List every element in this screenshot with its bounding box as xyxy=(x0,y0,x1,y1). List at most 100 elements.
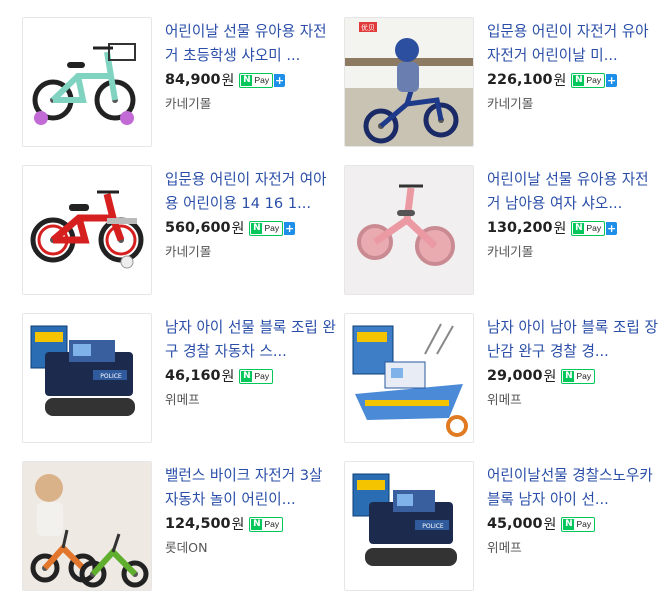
price-currency: 원 xyxy=(221,73,235,89)
police-truck-blocks-icon: POLICE xyxy=(23,314,151,442)
product-title-link[interactable]: 어린이날선물 경찰스노우카블록 남자 아이 선... xyxy=(487,464,659,512)
product-title-link[interactable]: 남자 아이 남아 블록 조립 장난감 완구 경찰 경... xyxy=(487,316,659,364)
product-card[interactable]: POLICE 남자 아이 선물 블록 조립 완구 경찰 자동차 스... 46,16… xyxy=(22,313,344,445)
product-thumbnail[interactable]: 优贝 xyxy=(344,17,474,147)
price-row: 124,500 원 N Pay xyxy=(165,513,337,535)
child-riding-bicycle-icon: 优贝 xyxy=(345,18,473,146)
product-price: 560,600 xyxy=(165,220,231,236)
naver-n-icon: N xyxy=(251,518,263,530)
npay-logo-icon: N Pay xyxy=(561,368,596,384)
npay-badge: N Pay xyxy=(561,368,596,384)
npay-text: Pay xyxy=(254,75,270,85)
npay-logo-icon: N Pay xyxy=(571,220,606,236)
npay-plus-icon: + xyxy=(606,221,618,235)
naver-n-icon: N xyxy=(241,74,253,86)
store-name-link[interactable]: 카네기몰 xyxy=(487,241,533,260)
npay-plus-icon: + xyxy=(274,73,286,87)
product-info: 어린이날 선물 유아용 자전거 남아용 여자 샤오... 130,200 원 N Pay… xyxy=(487,168,659,260)
npay-plus-icon: + xyxy=(606,73,618,87)
npay-text: Pay xyxy=(264,223,280,233)
npay-logo-icon: N Pay xyxy=(561,516,596,532)
kids-bicycle-red-icon xyxy=(23,166,151,294)
svg-text:POLICE: POLICE xyxy=(422,523,444,530)
naver-n-icon: N xyxy=(241,370,253,382)
npay-badge: N Pay + xyxy=(249,220,296,236)
naver-n-icon: N xyxy=(563,370,575,382)
product-price: 124,500 xyxy=(165,516,231,532)
product-price: 226,100 xyxy=(487,72,553,88)
product-card[interactable]: 입문용 어린이 자전거 여아용 어린이용 14 16 1... 560,600 원 N… xyxy=(22,165,344,297)
product-thumbnail[interactable]: POLICE xyxy=(344,461,474,591)
naver-n-icon: N xyxy=(251,222,263,234)
store-name-link[interactable]: 위메프 xyxy=(487,537,522,556)
price-row: 45,000 원 N Pay xyxy=(487,513,659,535)
price-currency: 원 xyxy=(553,221,567,237)
police-boat-blocks-icon xyxy=(345,314,473,442)
product-thumbnail[interactable]: POLICE xyxy=(22,313,152,443)
price-currency: 원 xyxy=(553,73,567,89)
product-card[interactable]: 밸런스 바이크 자전거 3살 자동차 놀이 어린이... 124,500 원 N Pay… xyxy=(22,461,344,593)
store-name-link[interactable]: 롯데ON xyxy=(165,537,208,556)
balance-bikes-child-icon xyxy=(23,462,151,590)
price-row: 29,000 원 N Pay xyxy=(487,365,659,387)
npay-text: Pay xyxy=(254,371,270,381)
npay-badge: N Pay xyxy=(249,516,284,532)
product-info: 어린이날선물 경찰스노우카블록 남자 아이 선... 45,000 원 N Pay 위메프 xyxy=(487,464,659,556)
npay-badge: N Pay xyxy=(561,516,596,532)
npay-text: Pay xyxy=(264,519,280,529)
npay-plus-icon: + xyxy=(284,221,296,235)
price-currency: 원 xyxy=(221,369,235,385)
npay-badge: N Pay + xyxy=(239,72,286,88)
product-thumbnail[interactable] xyxy=(22,17,152,147)
balance-tricycle-pink-icon xyxy=(345,166,473,294)
npay-logo-icon: N Pay xyxy=(239,368,274,384)
product-title-link[interactable]: 어린이날 선물 유아용 자전거 초등학생 샤오미 ... xyxy=(165,20,337,68)
product-title-link[interactable]: 어린이날 선물 유아용 자전거 남아용 여자 샤오... xyxy=(487,168,659,216)
price-row: 46,160 원 N Pay xyxy=(165,365,337,387)
product-card[interactable]: POLICE 어린이날선물 경찰스노우카블록 남자 아이 선... 45,000 원 N… xyxy=(344,461,666,593)
product-price: 29,000 xyxy=(487,368,543,384)
product-card[interactable]: 优贝 입문용 어린이 자전거 유아자전거 어린이날 미... 226,100 원 N Pa… xyxy=(344,17,666,149)
npay-badge: N Pay xyxy=(239,368,274,384)
product-thumbnail[interactable] xyxy=(344,313,474,443)
product-title-link[interactable]: 입문용 어린이 자전거 유아자전거 어린이날 미... xyxy=(487,20,659,68)
npay-text: Pay xyxy=(576,371,592,381)
npay-badge: N Pay + xyxy=(571,220,618,236)
npay-logo-icon: N Pay xyxy=(239,72,274,88)
naver-n-icon: N xyxy=(573,74,585,86)
product-title-link[interactable]: 밸런스 바이크 자전거 3살 자동차 놀이 어린이... xyxy=(165,464,337,512)
store-name-link[interactable]: 위메프 xyxy=(487,389,522,408)
product-card[interactable]: 어린이날 선물 유아용 자전거 남아용 여자 샤오... 130,200 원 N Pay… xyxy=(344,165,666,297)
police-snow-truck-blocks-icon: POLICE xyxy=(345,462,473,590)
product-info: 입문용 어린이 자전거 유아자전거 어린이날 미... 226,100 원 N Pay +… xyxy=(487,20,659,112)
naver-n-icon: N xyxy=(563,518,575,530)
npay-logo-icon: N Pay xyxy=(571,72,606,88)
price-row: 560,600 원 N Pay + xyxy=(165,217,337,239)
npay-logo-icon: N Pay xyxy=(249,516,284,532)
product-card[interactable]: 어린이날 선물 유아용 자전거 초등학생 샤오미 ... 84,900 원 N Pay +… xyxy=(22,17,344,149)
product-thumbnail[interactable] xyxy=(344,165,474,295)
kids-bicycle-mint-icon xyxy=(23,18,151,146)
product-thumbnail[interactable] xyxy=(22,165,152,295)
product-info: 밸런스 바이크 자전거 3살 자동차 놀이 어린이... 124,500 원 N Pay… xyxy=(165,464,337,556)
naver-n-icon: N xyxy=(573,222,585,234)
price-currency: 원 xyxy=(543,517,557,533)
product-title-link[interactable]: 입문용 어린이 자전거 여아용 어린이용 14 16 1... xyxy=(165,168,337,216)
price-row: 130,200 원 N Pay + xyxy=(487,217,659,239)
npay-text: Pay xyxy=(576,519,592,529)
npay-text: Pay xyxy=(586,223,602,233)
store-name-link[interactable]: 위메프 xyxy=(165,389,200,408)
price-currency: 원 xyxy=(543,369,557,385)
price-row: 226,100 원 N Pay + xyxy=(487,69,659,91)
store-name-link[interactable]: 카네기몰 xyxy=(165,241,211,260)
product-price: 84,900 xyxy=(165,72,221,88)
product-card[interactable]: 남자 아이 남아 블록 조립 장난감 완구 경찰 경... 29,000 원 N Pay… xyxy=(344,313,666,445)
product-title-link[interactable]: 남자 아이 선물 블록 조립 완구 경찰 자동차 스... xyxy=(165,316,337,364)
product-price: 130,200 xyxy=(487,220,553,236)
product-price: 45,000 xyxy=(487,516,543,532)
product-thumbnail[interactable] xyxy=(22,461,152,591)
store-name-link[interactable]: 카네기몰 xyxy=(487,93,533,112)
product-price: 46,160 xyxy=(165,368,221,384)
store-name-link[interactable]: 카네기몰 xyxy=(165,93,211,112)
product-info: 입문용 어린이 자전거 여아용 어린이용 14 16 1... 560,600 원 N… xyxy=(165,168,337,260)
